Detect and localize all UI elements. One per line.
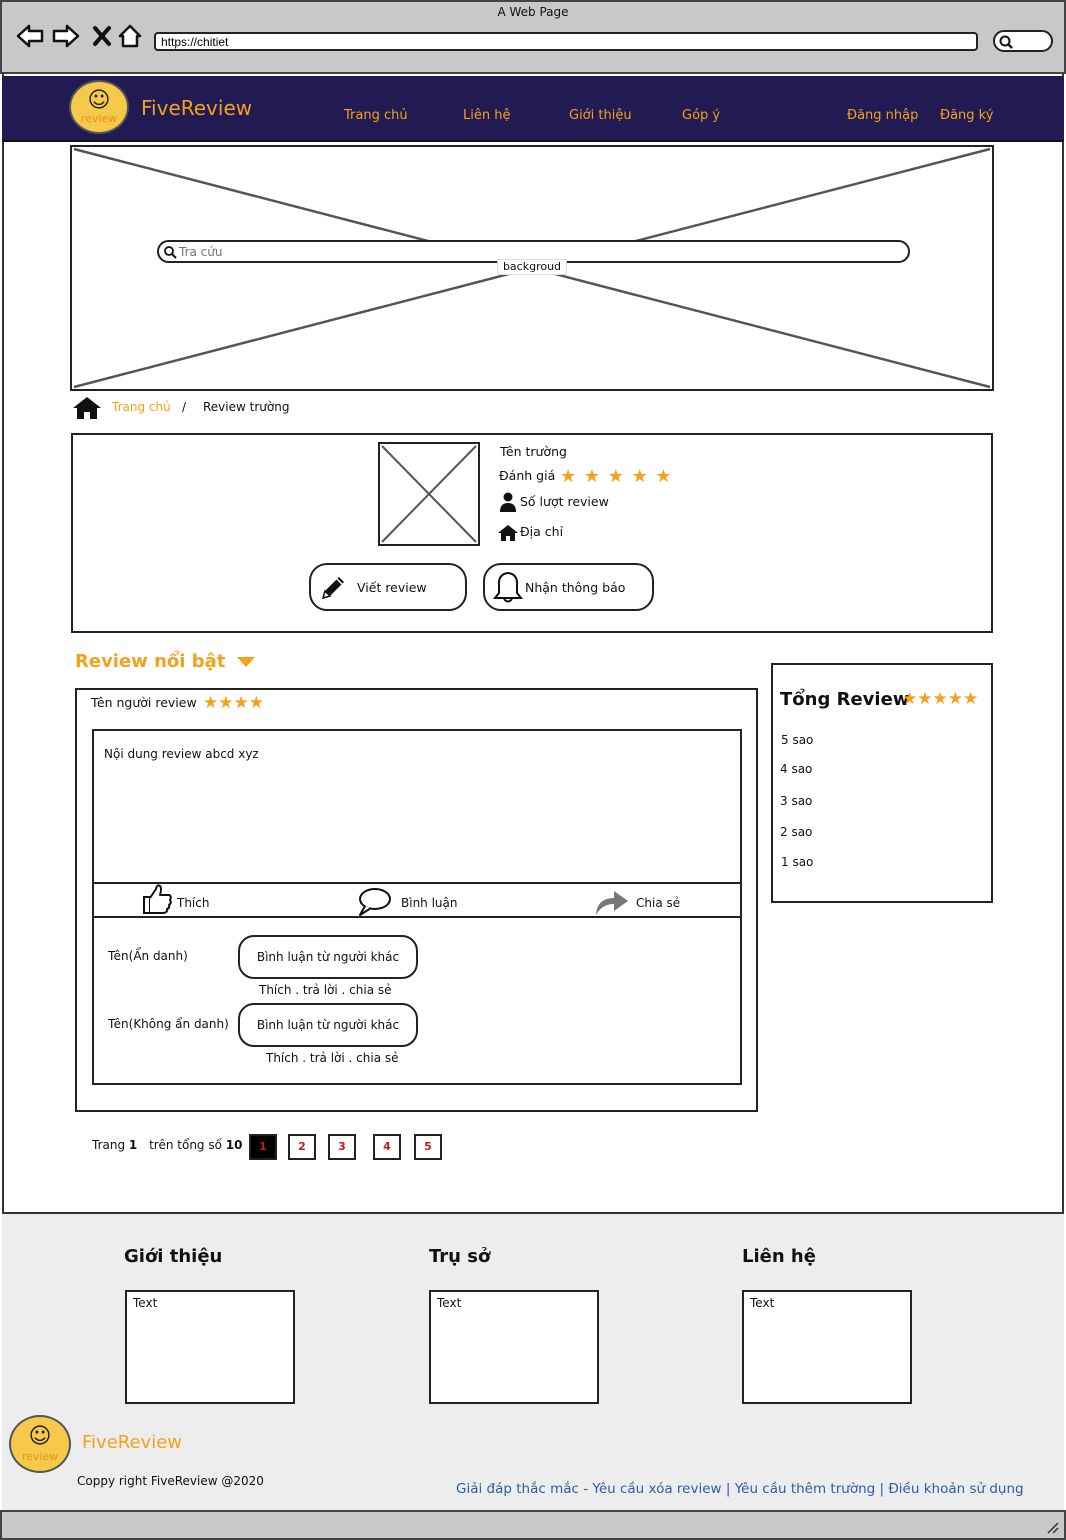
featured-title[interactable]: Review nổi bật <box>75 651 256 672</box>
review-count: Số lượt review <box>520 494 609 509</box>
rating-label: Đánh giá <box>499 468 556 483</box>
address: Địa chỉ <box>520 524 564 539</box>
close-icon[interactable] <box>88 22 116 50</box>
search-icon <box>999 35 1013 49</box>
nav-trang-chu[interactable]: Trang chủ <box>344 108 408 123</box>
summary-title: Tổng Review <box>780 689 910 710</box>
copyright: Coppy right FiveReview @2020 <box>77 1474 264 1488</box>
resize-grip-icon[interactable] <box>1044 1520 1060 1534</box>
share-label[interactable]: Chia sẻ <box>636 896 680 910</box>
summary-stars: ★★★★★ <box>902 689 979 709</box>
breadcrumb-separator: / <box>182 400 187 414</box>
forward-icon[interactable] <box>52 22 80 50</box>
footer-text-box: Text <box>742 1290 912 1404</box>
background-label: backgroud <box>497 259 567 275</box>
comment-actions[interactable]: Thích . trả lời . chia sẻ <box>259 983 392 997</box>
search-icon <box>164 246 177 259</box>
footer-text-box: Text <box>125 1290 295 1404</box>
rating-stars: ★ ★ ★ ★ ★ <box>560 466 673 487</box>
url-bar[interactable] <box>154 32 978 51</box>
write-review-button[interactable]: Viết review <box>309 563 467 611</box>
breadcrumb-home-icon[interactable] <box>72 396 102 424</box>
page-button[interactable]: 3 <box>328 1134 356 1160</box>
comment-bubble: Bình luận từ người khác <box>238 1003 418 1047</box>
smiley-icon: ☺ <box>28 1424 52 1449</box>
page-button[interactable]: 1 <box>249 1134 277 1160</box>
thumbs-up-icon <box>143 884 172 914</box>
page-button[interactable]: 4 <box>373 1134 401 1160</box>
register-link[interactable]: Đăng ký <box>940 108 993 123</box>
rating-level-5[interactable]: 5 sao <box>781 733 813 747</box>
footer-brand-name: FiveReview <box>82 1432 182 1453</box>
footer-links[interactable]: Giải đáp thắc mắc - Yêu cầu xóa review |… <box>456 1481 1024 1497</box>
nav-gop-y[interactable]: Góp ý <box>682 108 720 123</box>
like-label[interactable]: Thích <box>177 896 209 910</box>
reviewer-stars: ★★★★ <box>203 693 264 713</box>
footer-text-box: Text <box>429 1290 599 1404</box>
share-arrow-icon <box>596 891 628 915</box>
smiley-icon: ☺ <box>87 88 111 113</box>
bell-icon <box>493 571 523 603</box>
current-page: 1 <box>128 1138 138 1152</box>
rating-level-1[interactable]: 1 sao <box>781 855 813 869</box>
logo-word: review <box>21 1450 59 1463</box>
school-image <box>378 442 480 546</box>
user-icon <box>499 492 517 516</box>
footer-logo[interactable]: ☺ review <box>9 1415 71 1473</box>
review-content: Nội dung review abcd xyz <box>104 747 259 761</box>
total-label: trên tổng số <box>149 1138 222 1152</box>
notify-label: Nhận thông báo <box>525 579 626 595</box>
home-icon[interactable] <box>116 22 144 50</box>
rating-level-4[interactable]: 4 sao <box>780 762 812 776</box>
pencil-icon <box>321 577 344 600</box>
logo-word: review <box>80 112 118 125</box>
featured-title-text: Review nổi bật <box>75 651 226 672</box>
review-content-box: Nội dung review abcd xyz <box>92 729 742 884</box>
speech-bubble-icon <box>359 888 391 916</box>
like-button[interactable] <box>140 883 174 919</box>
comment-author: Tên(Ẩn danh) <box>108 949 188 963</box>
brand-name[interactable]: FiveReview <box>141 96 252 120</box>
page-button[interactable]: 5 <box>414 1134 442 1160</box>
brand-logo[interactable]: ☺ review <box>69 80 129 134</box>
login-link[interactable]: Đăng nhập <box>847 108 918 123</box>
comments-section <box>92 916 742 1085</box>
page-label: Trang <box>92 1138 126 1152</box>
total-pages: 10 <box>225 1138 243 1152</box>
school-name: Tên trường <box>500 444 567 459</box>
breadcrumb-current: Review trường <box>203 400 290 414</box>
comment-bubble: Bình luận từ người khác <box>238 935 418 979</box>
notify-button[interactable]: Nhận thông báo <box>483 563 654 611</box>
write-review-label: Viết review <box>357 579 427 595</box>
reviewer-name: Tên người review <box>91 695 197 710</box>
footer-heading: Giới thiệu <box>124 1246 223 1267</box>
comment-label[interactable]: Bình luận <box>401 896 458 910</box>
nav-gioi-thieu[interactable]: Giới thiệu <box>569 108 632 123</box>
nav-lien-he[interactable]: Liên hệ <box>463 108 510 123</box>
comment-actions[interactable]: Thích . trả lời . chia sẻ <box>266 1051 399 1065</box>
pagination-info: Trang 1 trên tổng số 10 <box>92 1138 242 1152</box>
footer-heading: Liên hệ <box>742 1246 816 1267</box>
browser-search-field[interactable] <box>993 30 1053 52</box>
page-button[interactable]: 2 <box>288 1134 316 1160</box>
rating-level-3[interactable]: 3 sao <box>780 794 812 808</box>
footer-heading: Trụ sở <box>429 1246 491 1267</box>
caret-down-icon <box>236 657 255 667</box>
rating-level-2[interactable]: 2 sao <box>780 825 812 839</box>
image-placeholder-icon <box>381 445 477 543</box>
back-icon[interactable] <box>16 22 44 50</box>
breadcrumb-home[interactable]: Trang chủ <box>112 400 171 414</box>
address-icon <box>497 524 519 546</box>
window-title: A Web Page <box>497 5 569 19</box>
comment-author: Tên(Không ẩn danh) <box>108 1017 229 1031</box>
browser-status-bar <box>0 1510 1066 1540</box>
